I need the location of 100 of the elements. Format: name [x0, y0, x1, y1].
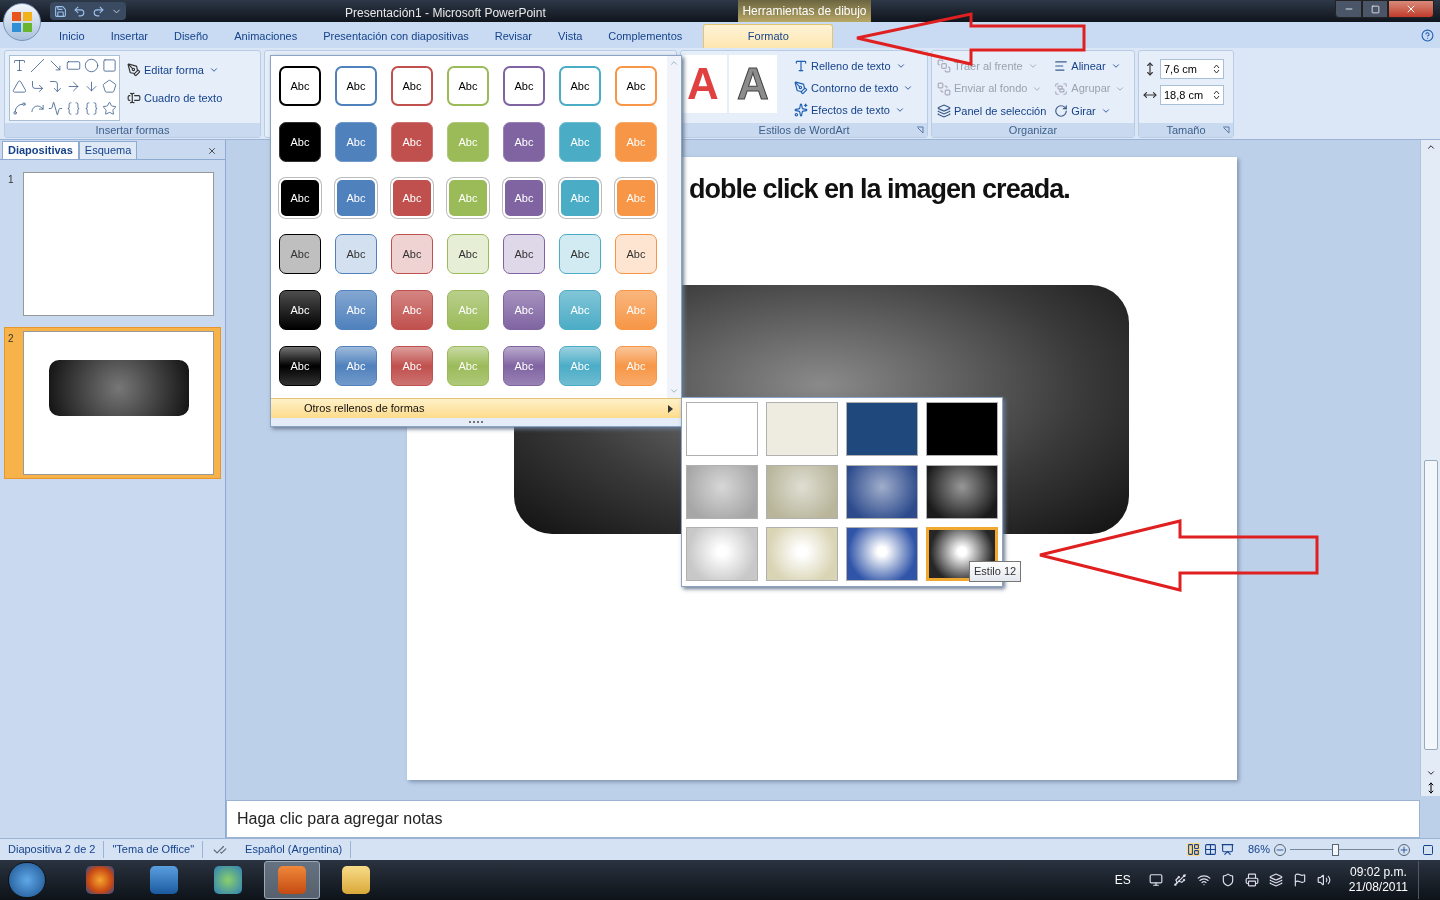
fit-window-icon[interactable]: [1422, 843, 1434, 856]
slide-thumbnail-row[interactable]: 1: [4, 168, 221, 320]
usb-icon[interactable]: [1172, 873, 1187, 887]
scroll-thumb[interactable]: [1423, 460, 1438, 750]
maximize-button[interactable]: [1362, 0, 1388, 18]
fill-swatch[interactable]: [686, 402, 758, 456]
clock[interactable]: 09:02 p.m. 21/08/2011: [1348, 865, 1408, 895]
resize-grip[interactable]: [271, 418, 681, 426]
style-swatch[interactable]: Abc: [335, 66, 377, 106]
style-swatch[interactable]: Abc: [279, 66, 321, 106]
ribbon-button[interactable]: Editar forma: [126, 59, 224, 81]
ribbon-button[interactable]: Alinear: [1053, 55, 1127, 77]
input-language[interactable]: ES: [1114, 871, 1131, 889]
size-field[interactable]: 18,8 cm: [1160, 85, 1224, 105]
connector-icon[interactable]: [48, 79, 63, 95]
style-swatch[interactable]: Abc: [279, 234, 321, 274]
ribbon-tab[interactable]: Formato: [703, 24, 834, 48]
fill-swatch[interactable]: [766, 527, 838, 582]
ribbon-tab[interactable]: Animaciones: [221, 24, 311, 48]
style-swatch[interactable]: Abc: [447, 66, 489, 106]
ribbon-button[interactable]: Efectos de texto: [793, 99, 915, 121]
minimize-button[interactable]: [1335, 0, 1362, 18]
scroll-up-icon[interactable]: [1425, 142, 1436, 152]
ribbon-button[interactable]: Contorno de texto: [793, 77, 915, 99]
ribbon-tab[interactable]: Presentación con diapositivas: [310, 24, 482, 48]
wifi-icon[interactable]: [1196, 873, 1211, 887]
zoom-level[interactable]: 86%: [1247, 841, 1270, 858]
pentagon-icon[interactable]: [102, 79, 117, 95]
style-swatch[interactable]: Abc: [335, 122, 377, 162]
style-swatch[interactable]: Abc: [503, 234, 545, 274]
ribbon-tab[interactable]: Vista: [545, 24, 596, 48]
zoom-slider[interactable]: [1290, 842, 1394, 857]
wordart-sample[interactable]: A: [679, 55, 727, 113]
zoom-thumb[interactable]: [1331, 843, 1339, 856]
zigzag-icon[interactable]: [48, 100, 63, 116]
normal-view-icon[interactable]: [1186, 843, 1200, 856]
style-swatch[interactable]: Abc: [503, 178, 545, 218]
style-swatch[interactable]: Abc: [279, 178, 321, 218]
help-icon[interactable]: [1421, 29, 1434, 42]
oval-icon[interactable]: [84, 58, 99, 73]
dialog-launcher-icon[interactable]: [1222, 126, 1230, 134]
fill-swatch[interactable]: [766, 464, 838, 519]
sorter-view-icon[interactable]: [1203, 843, 1217, 856]
fill-swatch[interactable]: [766, 402, 838, 456]
rectangle-icon[interactable]: [66, 58, 81, 73]
panel-tab[interactable]: Esquema: [78, 141, 138, 159]
arrow-icon[interactable]: [84, 79, 99, 95]
brace-icon[interactable]: [84, 100, 99, 116]
undo-icon[interactable]: [73, 4, 86, 18]
style-swatch[interactable]: Abc: [447, 234, 489, 274]
slide-title[interactable]: doble click en la imagen creada.: [689, 169, 1070, 210]
layers-icon[interactable]: [1268, 873, 1283, 887]
style-swatch[interactable]: Abc: [391, 346, 433, 386]
fill-swatch[interactable]: [846, 527, 918, 582]
fill-swatch[interactable]: [926, 402, 998, 456]
printer-icon[interactable]: [1244, 873, 1259, 887]
save-icon[interactable]: [54, 4, 67, 18]
style-swatch[interactable]: Abc: [279, 346, 321, 386]
style-swatch[interactable]: Abc: [615, 234, 657, 274]
slide-thumbnail-row[interactable]: 2: [4, 327, 221, 479]
ribbon-button[interactable]: Panel de selección: [936, 100, 1048, 123]
style-swatch[interactable]: Abc: [391, 234, 433, 274]
arrow-icon[interactable]: [48, 58, 63, 73]
size-field[interactable]: 7,6 cm: [1160, 59, 1224, 79]
style-swatch[interactable]: Abc: [559, 234, 601, 274]
style-swatch[interactable]: Abc: [615, 66, 657, 106]
rounded-rectangle-icon[interactable]: [102, 58, 117, 73]
style-swatch[interactable]: Abc: [279, 122, 321, 162]
ribbon-button[interactable]: Relleno de texto: [793, 55, 915, 77]
textbox-icon[interactable]: [12, 58, 27, 73]
ribbon-tab[interactable]: Complementos: [595, 24, 696, 48]
arrow-icon[interactable]: [66, 79, 81, 95]
ribbon-button[interactable]: Girar: [1053, 100, 1127, 123]
speaker-icon[interactable]: [1316, 873, 1331, 887]
style-swatch[interactable]: Abc: [503, 66, 545, 106]
close-icon[interactable]: [207, 146, 217, 156]
dialog-launcher-icon[interactable]: [916, 126, 924, 134]
style-swatch[interactable]: Abc: [335, 234, 377, 274]
flag-icon[interactable]: [1292, 873, 1307, 887]
style-swatch[interactable]: Abc: [503, 290, 545, 330]
slide-thumbnail[interactable]: [23, 331, 214, 475]
slide-thumbnail[interactable]: [23, 172, 214, 316]
freeform-icon[interactable]: [12, 100, 27, 116]
brace-icon[interactable]: [66, 100, 81, 116]
scroll-down-icon[interactable]: [1425, 768, 1436, 778]
fill-swatch[interactable]: [686, 464, 758, 519]
fill-swatch[interactable]: [846, 464, 918, 519]
close-button[interactable]: [1388, 0, 1434, 18]
style-swatch[interactable]: Abc: [279, 290, 321, 330]
fill-swatch[interactable]: [686, 527, 758, 582]
triangle-icon[interactable]: [12, 79, 27, 95]
ribbon-tab[interactable]: Diseño: [161, 24, 222, 48]
monitor-icon[interactable]: [1148, 873, 1163, 887]
style-swatch[interactable]: Abc: [559, 66, 601, 106]
panel-tab[interactable]: Diapositivas: [2, 141, 79, 159]
menu-item[interactable]: Otros rellenos de formas: [271, 398, 681, 418]
line-icon[interactable]: [30, 58, 45, 73]
fill-swatch[interactable]: [926, 464, 998, 519]
ribbon-tab[interactable]: Inicio: [46, 24, 98, 48]
style-swatch[interactable]: Abc: [391, 178, 433, 218]
